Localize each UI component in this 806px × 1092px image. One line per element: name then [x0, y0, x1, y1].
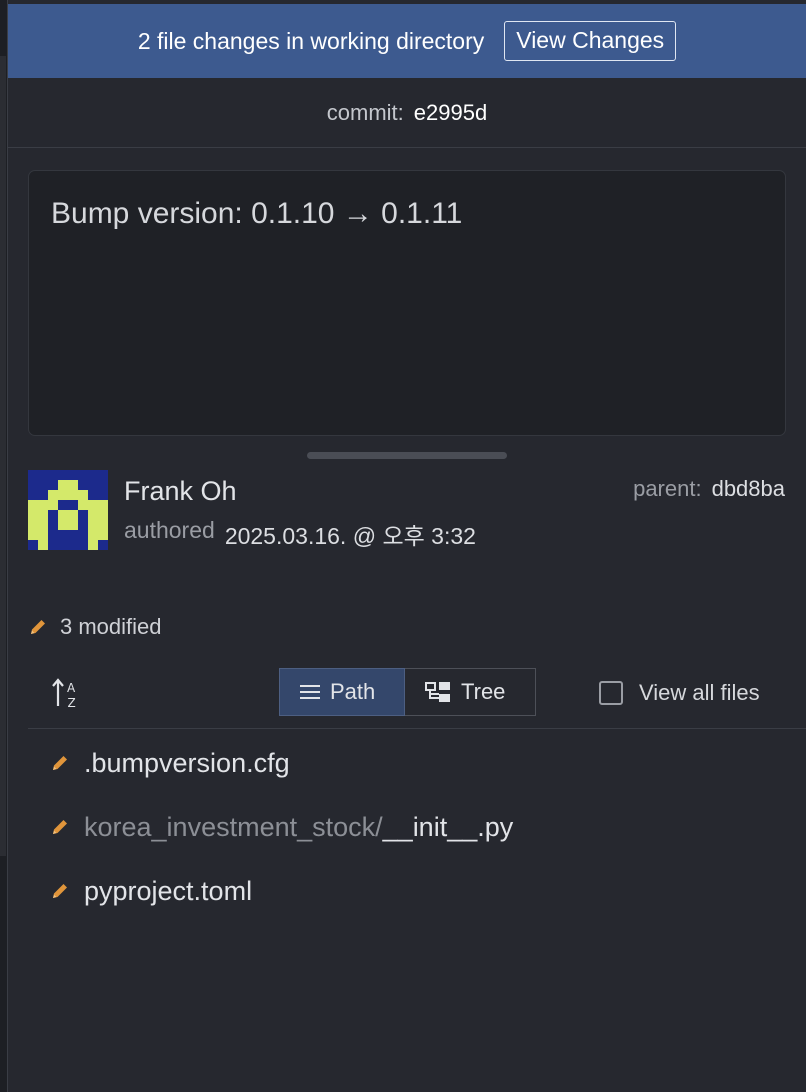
file-path: korea_investment_stock/__init__.py [84, 812, 513, 843]
parent-hash[interactable]: dbd8ba [712, 476, 785, 502]
svg-text:Z: Z [68, 696, 76, 710]
file-row[interactable]: pyproject.toml [50, 871, 252, 911]
pencil-icon [53, 820, 67, 834]
authored-date: 2025.03.16. @ 오후 3:32 [224, 523, 476, 549]
path-label: Path [330, 679, 376, 704]
tree-view-button[interactable]: Tree [405, 668, 536, 716]
left-edge [0, 0, 8, 1092]
parent-info: parent: dbd8ba [633, 476, 785, 502]
author-avatar [28, 470, 108, 550]
view-all-files-label: View all files [639, 680, 760, 705]
view-all-files-option[interactable]: View all files [599, 680, 760, 706]
parent-label: parent: [633, 476, 702, 501]
file-name: __init__.py [382, 811, 514, 842]
file-dir: korea_investment_stock/ [84, 811, 383, 842]
pencil-icon [53, 884, 67, 898]
author-name: Frank Oh [124, 476, 237, 506]
author-meta: authored 2025.03.16. @ 오후 3:32 [124, 517, 476, 551]
banner-text: 2 file changes in working directory [137, 27, 485, 54]
file-row[interactable]: korea_investment_stock/__init__.py [50, 807, 513, 847]
commit-hash[interactable]: e2995d [414, 100, 487, 126]
commit-header: commit: e2995d [8, 78, 806, 148]
left-pane-edge [0, 56, 6, 856]
commit-message: Bump version: 0.1.10 → 0.1.11 [51, 197, 463, 230]
tree-icon [425, 682, 450, 702]
file-path: pyproject.toml [84, 876, 252, 907]
commit-detail-panel: 2 file changes in working directory View… [8, 0, 806, 1092]
pencil-icon [31, 620, 45, 634]
file-name: .bumpversion.cfg [84, 747, 290, 778]
working-changes-banner: 2 file changes in working directory View… [8, 4, 806, 78]
modified-summary: 3 modified [28, 614, 162, 640]
file-row[interactable]: .bumpversion.cfg [50, 743, 290, 783]
resize-handle[interactable] [307, 452, 507, 459]
pencil-icon [53, 756, 67, 770]
list-icon [300, 685, 320, 699]
file-name: pyproject.toml [84, 875, 253, 906]
view-all-files-checkbox[interactable] [599, 681, 623, 705]
commit-message-box[interactable]: Bump version: 0.1.10 → 0.1.11 [28, 170, 786, 436]
authored-label: authored [124, 517, 215, 543]
svg-text:A: A [67, 681, 76, 695]
sort-az-icon[interactable]: A Z [50, 675, 86, 711]
view-changes-button[interactable]: View Changes [504, 21, 677, 61]
tree-label: Tree [461, 679, 506, 704]
commit-label: commit: [326, 99, 404, 125]
modified-count: 3 modified [60, 614, 162, 639]
view-mode-toggle: Path Tree [279, 668, 536, 716]
file-path: .bumpversion.cfg [84, 748, 290, 779]
divider [28, 728, 806, 729]
path-view-button[interactable]: Path [279, 668, 405, 716]
